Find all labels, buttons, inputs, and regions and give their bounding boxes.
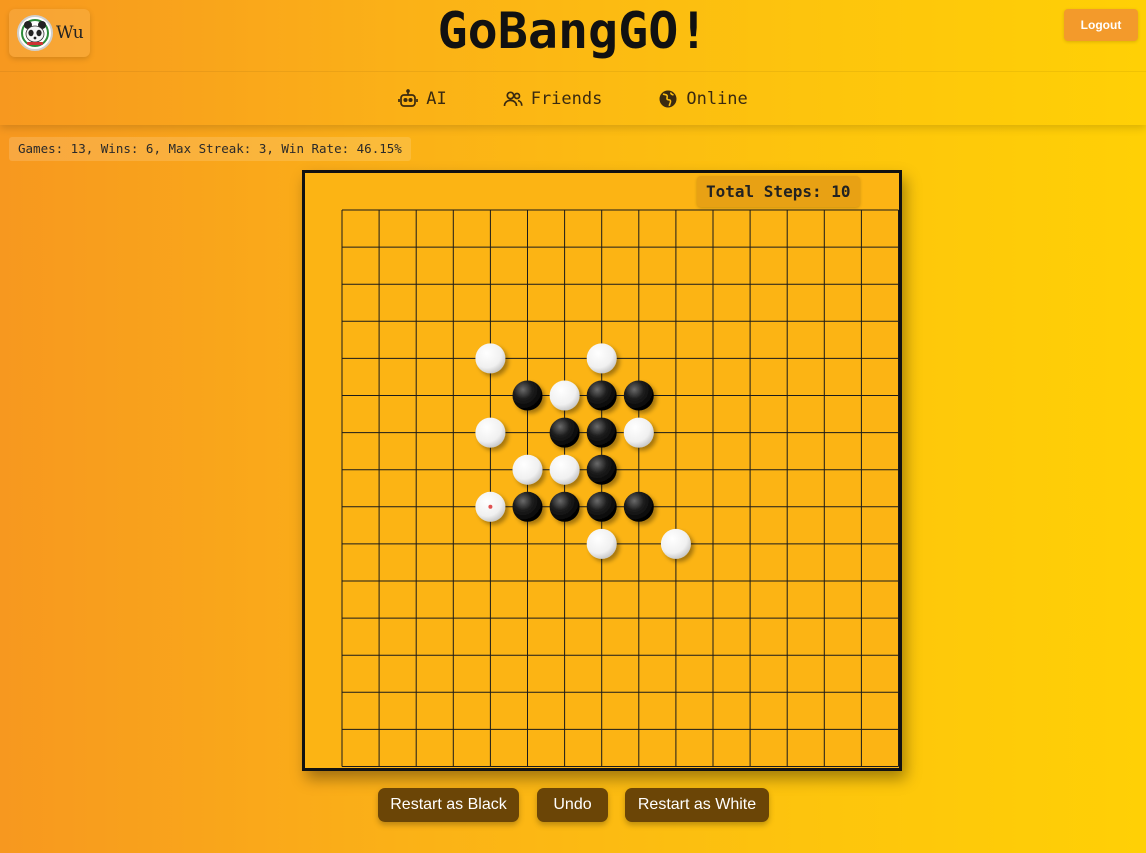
white-stone	[512, 454, 543, 485]
game-controls: Restart as Black Undo Restart as White	[0, 788, 1146, 822]
black-stone	[586, 380, 617, 411]
restart-as-white-button[interactable]: Restart as White	[625, 788, 769, 822]
white-stone	[623, 417, 654, 448]
white-stone	[549, 380, 580, 411]
nav-item-label: Friends	[530, 89, 603, 109]
white-stone	[586, 343, 617, 374]
black-stone	[586, 454, 617, 485]
white-stone	[586, 528, 617, 559]
black-stone	[586, 417, 617, 448]
white-stone	[549, 454, 580, 485]
black-stone	[586, 491, 617, 522]
white-stone	[660, 528, 691, 559]
main-nav: AI Friends Online	[0, 84, 1146, 114]
black-stone	[623, 491, 654, 522]
robot-icon	[398, 89, 419, 109]
undo-button[interactable]: Undo	[537, 788, 608, 822]
board-grid	[341, 209, 899, 767]
nav-item-ai[interactable]: AI	[398, 84, 447, 114]
logout-button[interactable]: Logout	[1064, 9, 1138, 41]
player-stats: Games: 13, Wins: 6, Max Streak: 3, Win R…	[9, 137, 411, 161]
black-stone	[549, 417, 580, 448]
globe-icon	[658, 89, 678, 109]
last-move-marker	[488, 504, 493, 509]
black-stone	[512, 491, 543, 522]
nav-item-label: AI	[426, 89, 447, 109]
nav-item-label: Online	[686, 89, 748, 109]
gobang-board[interactable]	[305, 173, 899, 768]
users-icon	[503, 89, 523, 109]
black-stone	[549, 491, 580, 522]
black-stone	[512, 380, 543, 411]
white-stone	[475, 343, 506, 374]
nav-item-friends[interactable]: Friends	[503, 84, 603, 114]
nav-item-online[interactable]: Online	[658, 84, 748, 114]
game-board-panel: Total Steps: 10	[302, 170, 902, 771]
white-stone	[475, 417, 506, 448]
header-divider	[0, 71, 1146, 72]
header-bar: Wu GoBangGO! Logout AI Friends Online	[0, 0, 1146, 125]
restart-as-black-button[interactable]: Restart as Black	[378, 788, 519, 822]
app-title: GoBangGO!	[437, 2, 709, 60]
black-stone	[623, 380, 654, 411]
